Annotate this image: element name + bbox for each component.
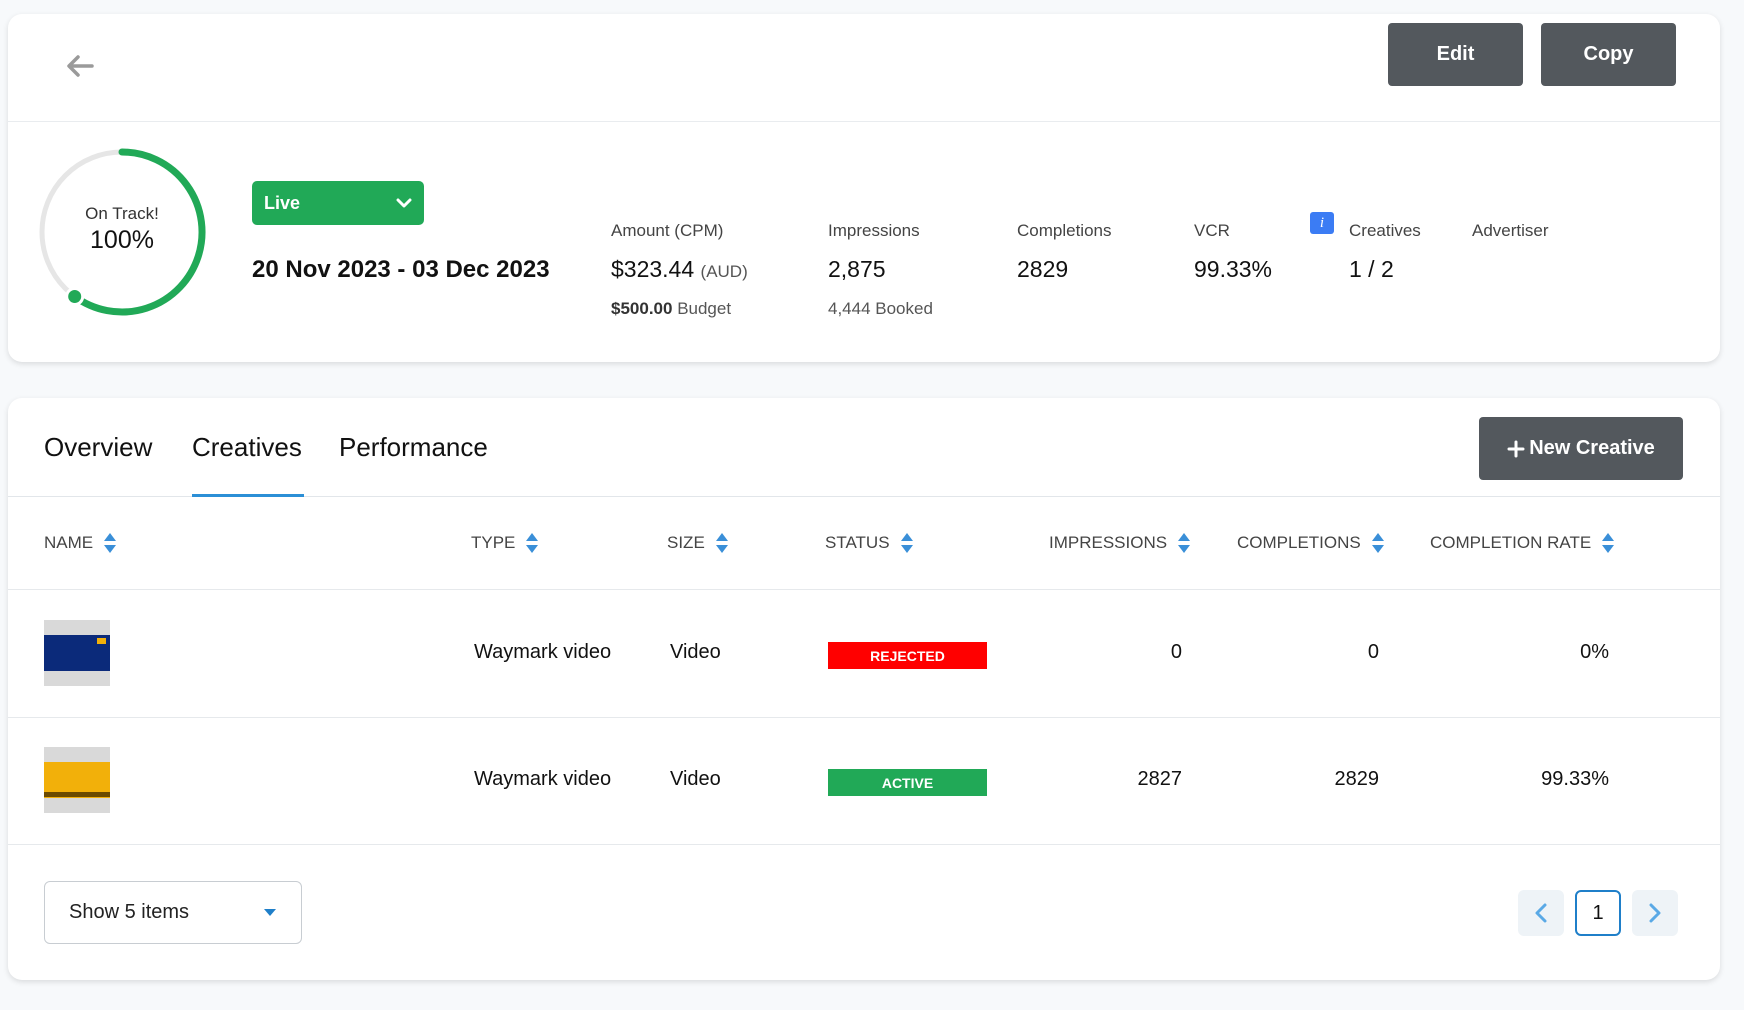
new-creative-label: New Creative — [1529, 437, 1655, 459]
cell-completion-rate: 99.33% — [1541, 768, 1609, 790]
sort-icon — [1602, 533, 1615, 553]
metric-amount-unit: (AUD) — [700, 262, 748, 281]
chevron-left-icon — [1535, 903, 1547, 923]
sort-icon — [715, 533, 728, 553]
metric-completions: Completions 2829 — [1017, 221, 1112, 283]
metric-advertiser-label: Advertiser — [1472, 221, 1549, 240]
page-button-current[interactable]: 1 — [1575, 890, 1621, 936]
metric-creatives: Creatives 1 / 2 — [1349, 221, 1421, 283]
cell-completions: 0 — [1367, 641, 1379, 663]
column-header-size[interactable]: SIZE — [667, 532, 729, 554]
new-creative-button[interactable]: New Creative — [1479, 417, 1683, 480]
metric-budget: $500.00 Budget — [611, 299, 732, 318]
active-tab-indicator — [192, 494, 304, 497]
cell-impressions: 0 — [1170, 641, 1182, 663]
cell-completions: 2829 — [1334, 768, 1380, 790]
next-page-button[interactable] — [1632, 890, 1678, 936]
tab-performance[interactable]: Performance — [339, 432, 488, 463]
page-size-select[interactable]: Show 5 items — [44, 881, 302, 944]
sort-icon — [1178, 533, 1191, 553]
metric-amount-label: Amount (CPM) — [611, 221, 724, 240]
column-header-completions[interactable]: COMPLETIONS — [1237, 532, 1385, 554]
metric-completions-label: Completions — [1017, 221, 1112, 240]
creative-thumbnail[interactable] — [44, 620, 110, 686]
sort-icon — [1371, 533, 1384, 553]
status-dropdown[interactable]: Live — [252, 181, 424, 225]
tab-overview[interactable]: Overview — [44, 432, 152, 463]
column-header-type[interactable]: TYPE — [471, 532, 539, 554]
metric-impressions-value: 2,875 — [828, 256, 886, 282]
metric-impressions-booked: 4,444 Booked — [828, 299, 933, 318]
back-arrow-icon[interactable] — [62, 48, 98, 84]
column-header-completion-rate[interactable]: COMPLETION RATE — [1430, 532, 1615, 554]
status-dropdown-value: Live — [264, 192, 301, 213]
header-divider — [8, 121, 1720, 122]
column-header-impressions[interactable]: IMPRESSIONS — [1049, 532, 1191, 554]
sort-icon — [900, 533, 913, 553]
info-icon[interactable]: i — [1310, 212, 1334, 234]
cell-type: Waymark video — [474, 641, 612, 663]
sort-icon — [526, 533, 539, 553]
plus-icon — [1507, 440, 1525, 457]
metric-creatives-label: Creatives — [1349, 221, 1421, 240]
caret-down-icon — [264, 909, 276, 916]
metric-impressions: Impressions 2,875 4,444 Booked — [828, 221, 933, 319]
campaign-dates: 20 Nov 2023 - 03 Dec 2023 — [252, 256, 550, 283]
metric-amount: Amount (CPM) $323.44 (AUD) $500.00 Budge… — [611, 221, 748, 319]
metric-impressions-label: Impressions — [828, 221, 920, 240]
creative-thumbnail[interactable] — [44, 747, 110, 813]
progress-handle — [65, 287, 85, 306]
column-header-name[interactable]: NAME — [44, 532, 117, 554]
metric-amount-value: $323.44 (AUD) — [611, 256, 748, 282]
metric-advertiser: Advertiser — [1472, 221, 1549, 256]
page-size-value: Show 5 items — [69, 901, 190, 923]
metric-creatives-value: 1 / 2 — [1349, 256, 1394, 282]
column-header-status[interactable]: STATUS — [825, 532, 914, 554]
progress-status-text: On Track! — [85, 204, 159, 223]
metric-vcr-value: 99.33% — [1194, 256, 1273, 282]
progress-percent-text: 100% — [90, 226, 154, 254]
metric-completions-value: 2829 — [1017, 256, 1069, 282]
cell-size: Video — [670, 641, 721, 663]
copy-button[interactable]: Copy — [1541, 23, 1676, 86]
cell-type: Waymark video — [474, 768, 612, 790]
tab-creatives[interactable]: Creatives — [192, 432, 302, 463]
chevron-right-icon — [1649, 903, 1661, 923]
edit-button[interactable]: Edit — [1388, 23, 1523, 86]
metric-vcr: VCR 99.33% — [1194, 221, 1272, 283]
cell-impressions: 2827 — [1137, 768, 1183, 790]
row-divider — [8, 844, 1720, 845]
metric-vcr-label: VCR — [1194, 221, 1230, 240]
row-divider — [8, 589, 1720, 590]
status-badge: ACTIVE — [828, 769, 987, 796]
previous-page-button[interactable] — [1518, 890, 1564, 936]
cell-completion-rate: 0% — [1580, 641, 1609, 663]
status-badge: REJECTED — [828, 642, 987, 669]
chevron-down-icon — [396, 198, 412, 208]
sort-icon — [104, 533, 117, 553]
cell-size: Video — [670, 768, 721, 790]
row-divider — [8, 717, 1720, 718]
